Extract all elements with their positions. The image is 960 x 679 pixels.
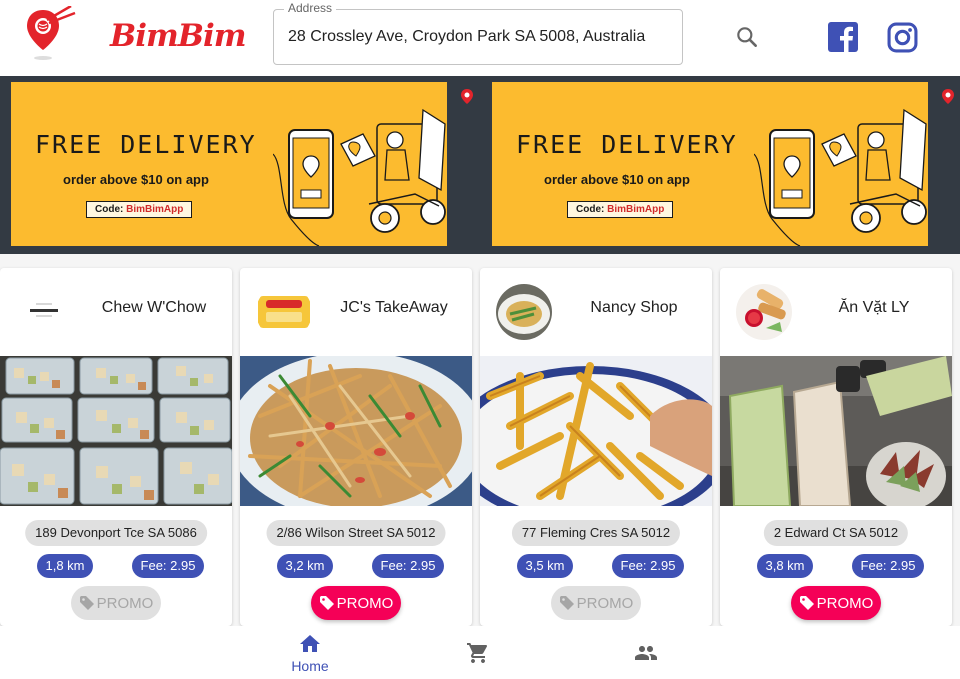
distance-chip: 3,8 km — [757, 554, 813, 578]
tag-icon — [559, 596, 574, 610]
tag-icon — [799, 596, 814, 610]
shop-address: 2 Edward Ct SA 5012 — [763, 520, 909, 546]
fee-chip: Fee: 2.95 — [612, 554, 684, 578]
home-icon — [300, 634, 320, 652]
address-field[interactable]: Address 28 Crossley Ave, Croydon Park SA… — [273, 1, 683, 65]
shop-card[interactable]: JC's TakeAway 2/86 Wilson Street SA 5012… — [240, 268, 472, 626]
shop-card[interactable]: Chew W'Chow 189 Devonport Tce SA 5086 1,… — [0, 268, 232, 626]
banner-subtitle: order above $10 on app — [544, 172, 690, 187]
delivery-phone-illustration — [754, 108, 927, 246]
shop-avatar — [496, 284, 552, 340]
distance-chip: 1,8 km — [37, 554, 93, 578]
banner-code: Code: BimBimApp — [567, 201, 674, 218]
brand-logo[interactable]: BimBim — [110, 18, 247, 54]
promo-label: PROMO — [336, 594, 394, 612]
shop-name: Ăn Vặt LY — [838, 299, 910, 316]
banner-code-label: Code: — [576, 204, 605, 215]
shop-avatar — [736, 284, 792, 340]
promo-button[interactable]: PROMO — [71, 586, 161, 620]
tag-icon — [319, 596, 334, 610]
free-delivery-banner[interactable]: FREE DELIVERY order above $10 on app Cod… — [11, 82, 447, 246]
shop-photo — [0, 356, 232, 506]
shop-name: JC's TakeAway — [340, 299, 448, 316]
shop-photo — [720, 356, 952, 506]
tag-icon — [79, 596, 94, 610]
instagram-icon[interactable] — [887, 22, 918, 53]
banner-title: FREE DELIVERY — [516, 130, 738, 159]
cart-icon — [467, 642, 487, 663]
pin-noodles-logo-icon[interactable] — [27, 6, 77, 64]
banner-code-value: BimBimApp — [126, 204, 184, 215]
nav-home[interactable]: Home — [226, 626, 394, 679]
nav-people[interactable] — [562, 626, 730, 679]
banner-subtitle: order above $10 on app — [63, 172, 209, 187]
delivery-phone-illustration — [273, 108, 446, 246]
shop-name: Chew W'Chow — [101, 299, 207, 316]
promo-button[interactable]: PROMO — [311, 586, 401, 620]
shop-card[interactable]: Ăn Vặt LY 2 Edward Ct SA 5012 3,8 km Fee… — [720, 268, 952, 626]
facebook-icon[interactable] — [828, 22, 858, 52]
corner-logo-icon — [942, 89, 954, 104]
shop-photo — [480, 356, 712, 506]
promo-button[interactable]: PROMO — [791, 586, 881, 620]
shop-name: Nancy Shop — [590, 299, 678, 316]
banner-code-value: BimBimApp — [607, 204, 665, 215]
banner-code: Code: BimBimApp — [86, 201, 193, 218]
distance-chip: 3,2 km — [277, 554, 333, 578]
people-icon — [635, 645, 657, 660]
promo-label: PROMO — [576, 594, 634, 612]
nav-cart[interactable] — [394, 626, 562, 679]
nav-home-label: Home — [291, 657, 329, 674]
search-icon[interactable] — [734, 24, 760, 50]
shop-avatar — [256, 284, 312, 340]
corner-logo-icon — [461, 89, 473, 104]
fee-chip: Fee: 2.95 — [372, 554, 444, 578]
fee-chip: Fee: 2.95 — [132, 554, 204, 578]
address-label: Address — [284, 1, 337, 15]
address-input[interactable]: 28 Crossley Ave, Croydon Park SA 5008, A… — [288, 28, 648, 46]
shop-address: 189 Devonport Tce SA 5086 — [25, 520, 207, 546]
bottom-navigation: Home — [0, 626, 960, 679]
free-delivery-banner[interactable]: FREE DELIVERY order above $10 on app Cod… — [492, 82, 928, 246]
shop-photo — [240, 356, 472, 506]
promo-label: PROMO — [816, 594, 874, 612]
promo-button[interactable]: PROMO — [551, 586, 641, 620]
app-header: BimBim Address 28 Crossley Ave, Croydon … — [0, 0, 960, 76]
shop-address: 77 Fleming Cres SA 5012 — [511, 520, 681, 546]
banner-code-label: Code: — [95, 204, 124, 215]
distance-chip: 3,5 km — [517, 554, 573, 578]
promo-label: PROMO — [96, 594, 154, 612]
shop-card[interactable]: Nancy Shop 77 Fleming Cres SA 5012 3,5 k… — [480, 268, 712, 626]
fee-chip: Fee: 2.95 — [852, 554, 924, 578]
banner-title: FREE DELIVERY — [35, 130, 257, 159]
shop-avatar — [16, 284, 72, 340]
shop-address: 2/86 Wilson Street SA 5012 — [266, 520, 446, 546]
promo-carousel: FREE DELIVERY order above $10 on app Cod… — [0, 76, 960, 254]
